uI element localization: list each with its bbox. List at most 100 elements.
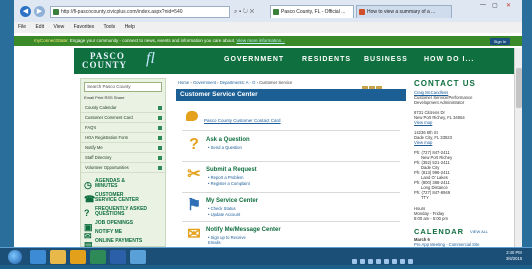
app-taskbar-icon[interactable]	[130, 250, 146, 264]
section-title[interactable]: Submit a Request	[206, 167, 257, 173]
sidebar-item-hoa-form[interactable]: HOA Registration Form	[81, 133, 165, 143]
tray-icon[interactable]	[384, 259, 389, 264]
scroll-thumb[interactable]	[516, 68, 522, 108]
menu-view[interactable]: View	[53, 24, 64, 30]
page-content: Search Pasco County Email Print RSS Shar…	[74, 74, 514, 247]
report-problem-link[interactable]: • Report a Problem	[208, 175, 243, 180]
close-window-icon[interactable]: ✕	[506, 2, 511, 9]
close-icon[interactable]: ✕	[250, 9, 255, 15]
phone-location: TTY	[421, 195, 429, 200]
breadcrumb-home[interactable]: Home	[178, 80, 189, 85]
sidebar-item-volunteer[interactable]: Volunteer Opportunities	[81, 163, 165, 173]
quick-link-agendas[interactable]: ◷ AGENDAS & MINUTES	[81, 179, 165, 192]
quick-link-customer-service[interactable]: ☎ CUSTOMER SERVICE CENTER	[81, 193, 165, 206]
page-title: Customer Service Center	[176, 89, 406, 101]
divider	[182, 192, 400, 193]
sidebar-item-staff-directory[interactable]: Staff Directory	[81, 153, 165, 163]
clock-date: 3/6/2015	[505, 256, 523, 261]
arrow-right-icon	[158, 146, 162, 150]
tab-how-to-view[interactable]: How to view a summary of a ...	[356, 5, 452, 18]
forward-button[interactable]: ▶	[34, 6, 45, 17]
tray-icon[interactable]	[360, 259, 365, 264]
excel-taskbar-icon[interactable]	[90, 250, 106, 264]
menu-tools[interactable]: Tools	[103, 24, 115, 30]
maximize-icon[interactable]: ▢	[492, 2, 498, 9]
word-taskbar-icon[interactable]	[110, 250, 126, 264]
sign-up-emails-link-cont[interactable]: Emails	[208, 240, 221, 245]
contact-role: Development Administrator	[414, 100, 465, 105]
sidebar-item-faqs[interactable]: FAQ's	[81, 123, 165, 133]
quick-link-payments[interactable]: ▤ ONLINE PAYMENTS	[81, 239, 165, 248]
menu-edit[interactable]: Edit	[35, 24, 44, 30]
view-map-link[interactable]: View map	[414, 140, 432, 145]
ie-taskbar-icon[interactable]	[30, 250, 46, 264]
volume-icon[interactable]	[408, 259, 413, 264]
search-icon[interactable]: ⌕	[234, 9, 237, 15]
page-tools	[362, 79, 386, 92]
send-question-link[interactable]: • Send a Question	[208, 145, 242, 150]
breadcrumb: Home › Government › Departments: A - O ›…	[178, 80, 292, 85]
quick-link-label: JOB OPENINGS	[95, 220, 134, 226]
view-map-link[interactable]: View map	[414, 120, 432, 125]
minimize-icon[interactable]: —	[480, 2, 486, 8]
back-button[interactable]: ◀	[20, 6, 31, 17]
sidebar-item-comment-card[interactable]: Customer Comment Card	[81, 113, 165, 123]
menu-favorites[interactable]: Favorites	[74, 24, 95, 30]
system-tray	[352, 251, 502, 264]
address-url: http://fl-pascocounty.civicplus.com/inde…	[61, 9, 183, 15]
section-title[interactable]: Ask a Question	[206, 137, 250, 143]
sidebar-item-notify-me[interactable]: Notify Me	[81, 143, 165, 153]
section-title[interactable]: Notify Me/Message Center	[206, 227, 281, 233]
nav-how-do-i[interactable]: HOW DO I...	[424, 56, 474, 63]
tab-pasco-county[interactable]: Pasco County, FL - Official ...	[270, 5, 354, 18]
network-icon[interactable]	[400, 259, 405, 264]
sidebar: Search Pasco County Email Print RSS Shar…	[80, 78, 166, 247]
infobar-link[interactable]: View more information...	[236, 38, 284, 43]
quick-link-label: MINUTES	[95, 183, 118, 189]
update-account-link[interactable]: • Update Account	[208, 212, 240, 217]
nav-business[interactable]: BUSINESS	[364, 56, 408, 63]
media-taskbar-icon[interactable]	[70, 250, 86, 264]
logo-suffix: fl	[146, 50, 155, 67]
divider	[182, 161, 400, 162]
menu-help[interactable]: Help	[125, 24, 135, 30]
sidebar-item-label: FAQ's	[85, 125, 97, 130]
mail-icon: ✉	[187, 226, 201, 243]
infobar-text: : Engage your community - connect to new…	[67, 38, 236, 43]
refresh-icon[interactable]: ↻	[243, 9, 248, 15]
site-icon	[273, 9, 279, 15]
tray-icon[interactable]	[392, 259, 397, 264]
section-title[interactable]: My Service Center	[206, 198, 258, 204]
search-input[interactable]: Search Pasco County	[84, 82, 162, 92]
breadcrumb-government[interactable]: Government	[193, 80, 216, 85]
quick-link-faq[interactable]: ? FREQUENTLY ASKED QUESTIONS	[81, 207, 165, 220]
breadcrumb-departments[interactable]: Departments: A - O	[220, 80, 256, 85]
explorer-taskbar-icon[interactable]	[50, 250, 66, 264]
nav-government[interactable]: GOVERNMENT	[224, 56, 284, 63]
check-status-link[interactable]: • Check Status	[208, 206, 236, 211]
sign-in-button[interactable]: Sign In	[490, 38, 510, 45]
tools-icon: ✂	[187, 166, 201, 183]
infobar-brand: myConnectState	[34, 38, 68, 43]
nav-residents[interactable]: RESIDENTS	[302, 56, 351, 63]
sidebar-item-county-calendar[interactable]: County Calendar	[81, 103, 165, 113]
share-toolbar[interactable]: Email Print RSS Share	[84, 94, 164, 101]
site-icon	[53, 9, 59, 15]
vertical-scrollbar[interactable]	[514, 48, 522, 247]
site-icon	[359, 9, 365, 15]
tray-icon[interactable]	[368, 259, 373, 264]
register-complaint-link[interactable]: • Register a Complaint	[208, 181, 250, 186]
desktop-right-edge	[522, 0, 532, 247]
start-button[interactable]	[8, 250, 22, 264]
contact-card-link[interactable]: Pasco County Customer Contact Card	[204, 118, 281, 123]
tray-icon[interactable]	[376, 259, 381, 264]
clock[interactable]: 2:40 PM 3/6/2015	[500, 250, 528, 264]
quick-link-label: QUESTIONS	[95, 211, 125, 217]
address-bar[interactable]: http://fl-pascocounty.civicplus.com/inde…	[50, 6, 230, 18]
section-notify-me: ✉ Notify Me/Message Center • Sign up to …	[186, 226, 396, 247]
tray-icon[interactable]	[352, 259, 357, 264]
pasco-county-logo[interactable]: PASCO COUNTY fl	[82, 50, 172, 71]
calendar-view-all[interactable]: VIEW ALL	[470, 229, 488, 234]
menu-file[interactable]: File	[18, 24, 26, 30]
address-tools[interactable]: ⌕ ▪ ↻ ✕	[234, 6, 264, 18]
